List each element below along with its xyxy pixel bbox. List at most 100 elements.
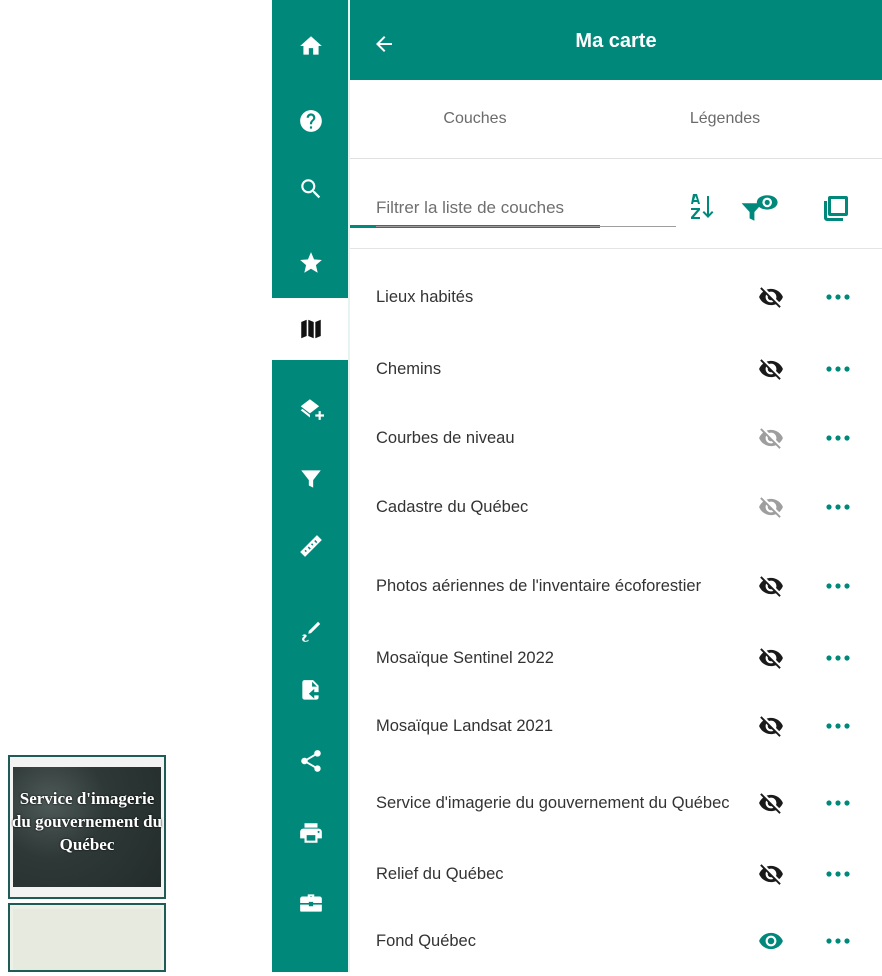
basemap-thumbnail-caption: Service d'imagerie du gouvernement du Qu… [11, 789, 163, 854]
layer-row[interactable]: Service d'imagerie du gouvernement du Qu… [350, 768, 882, 838]
layer-visibility-toggle[interactable] [753, 568, 789, 604]
visible-filter-icon [741, 195, 778, 221]
ruler-icon [300, 535, 322, 557]
eye-off-icon [759, 497, 783, 518]
home-icon [300, 36, 322, 55]
layer-row[interactable]: Cadastre du Québec [350, 472, 882, 542]
tab-couches[interactable]: Couches [350, 80, 600, 158]
layer-visibility-toggle[interactable] [753, 351, 789, 387]
sidebar-item-favorites[interactable] [272, 232, 350, 294]
basemap-thumbnail-imagery[interactable]: Service d'imagerie du gouvernement du Qu… [8, 755, 166, 899]
eye-off-icon [759, 287, 783, 308]
more-horizontal-icon [826, 583, 850, 589]
layer-options-button[interactable] [820, 574, 856, 598]
sidebar-item-draw[interactable] [272, 600, 350, 662]
sidebar-item-print[interactable] [272, 802, 350, 864]
add-layer-icon [300, 399, 324, 420]
layer-name: Cadastre du Québec [376, 498, 529, 516]
layer-visibility-toggle[interactable] [753, 708, 789, 744]
sidebar-item-tools[interactable] [272, 872, 350, 934]
sort-alpha-icon [691, 194, 714, 219]
more-horizontal-icon [826, 435, 850, 441]
sidebar-item-add-layer[interactable] [272, 378, 350, 440]
layer-visibility-toggle[interactable] [753, 856, 789, 892]
layer-name: Lieux habités [376, 288, 474, 306]
layer-options-button[interactable] [820, 646, 856, 670]
layer-options-button[interactable] [820, 791, 856, 815]
toolbox-icon [300, 894, 322, 912]
sidebar-item-import[interactable] [272, 660, 350, 722]
more-horizontal-icon [826, 800, 850, 806]
basemap-switcher: Service d'imagerie du gouvernement du Qu… [0, 755, 172, 972]
sidebar-item-filter[interactable] [272, 448, 350, 510]
sort-alpha-button[interactable] [682, 188, 722, 228]
eye-icon [759, 932, 783, 950]
my-map-panel: Ma carte Couches Légendes Lieux habités C… [350, 8, 882, 972]
sidebar-item-home[interactable] [272, 15, 350, 77]
layer-options-button[interactable] [820, 862, 856, 886]
more-horizontal-icon [826, 938, 850, 944]
layer-name: Fond Québec [376, 932, 476, 950]
eye-off-icon [759, 576, 783, 597]
layer-row[interactable]: Relief du Québec [350, 839, 882, 909]
layer-name: Relief du Québec [376, 865, 504, 883]
filter-layers-input[interactable] [376, 190, 676, 227]
sidebar-item-search[interactable] [272, 158, 350, 220]
more-horizontal-icon [826, 504, 850, 510]
more-horizontal-icon [826, 655, 850, 661]
more-horizontal-icon [826, 723, 850, 729]
visible-filter-button[interactable] [740, 188, 780, 228]
layer-name: Mosaïque Landsat 2021 [376, 717, 554, 735]
eye-off-icon [759, 716, 783, 737]
layer-options-button[interactable] [820, 929, 856, 953]
more-horizontal-icon [826, 366, 850, 372]
layer-row[interactable]: Chemins [350, 334, 882, 404]
search-icon [301, 179, 321, 199]
layer-options-button[interactable] [820, 426, 856, 450]
layer-options-button[interactable] [820, 285, 856, 309]
eye-off-icon [759, 864, 783, 885]
layer-name: Courbes de niveau [376, 429, 515, 447]
eye-off-icon [759, 793, 783, 814]
toolbar-separator [350, 248, 882, 249]
layer-options-button[interactable] [820, 495, 856, 519]
print-icon [300, 823, 322, 843]
layer-visibility-toggle[interactable] [753, 489, 789, 525]
star-icon [300, 252, 322, 273]
layer-row[interactable]: Fond Québec [350, 906, 882, 976]
panel-tabs: Couches Légendes [350, 80, 882, 228]
sidebar-item-help[interactable] [272, 90, 350, 152]
layer-row[interactable]: Lieux habités [350, 262, 882, 332]
layer-visibility-toggle[interactable] [753, 279, 789, 315]
layer-name: Mosaïque Sentinel 2022 [376, 649, 554, 667]
draw-icon [302, 621, 321, 642]
layer-options-button[interactable] [820, 357, 856, 381]
select-all-button[interactable] [816, 188, 856, 228]
layer-visibility-toggle[interactable] [753, 785, 789, 821]
layer-visibility-toggle[interactable] [753, 923, 789, 959]
map-icon [301, 319, 321, 339]
basemap-thumbnail-image [13, 909, 161, 970]
layer-visibility-toggle[interactable] [753, 420, 789, 456]
layer-visibility-toggle[interactable] [753, 640, 789, 676]
layer-row[interactable]: Mosaïque Landsat 2021 [350, 691, 882, 761]
eye-off-icon [759, 428, 783, 449]
import-file-icon [302, 680, 319, 700]
more-horizontal-icon [826, 294, 850, 300]
eye-off-icon [759, 648, 783, 669]
sidebar-item-share[interactable] [272, 730, 350, 792]
sidebar-item-my-map[interactable] [272, 298, 350, 360]
share-icon [301, 750, 321, 772]
layer-row[interactable]: Courbes de niveau [350, 403, 882, 473]
layer-row[interactable]: Photos aériennes de l'inventaire écofore… [350, 551, 882, 621]
panel-title: Ma carte [575, 30, 657, 52]
frame-top-border [272, 0, 882, 8]
layer-name: Photos aériennes de l'inventaire écofore… [376, 577, 702, 595]
layer-options-button[interactable] [820, 714, 856, 738]
tab-legendes[interactable]: Légendes [600, 80, 850, 158]
layer-row[interactable]: Mosaïque Sentinel 2022 [350, 623, 882, 693]
sidebar-item-measure[interactable] [272, 515, 350, 577]
layer-name: Service d'imagerie du gouvernement du Qu… [376, 794, 730, 812]
basemap-thumbnail-plan[interactable] [8, 903, 166, 972]
layer-name: Chemins [376, 360, 442, 378]
